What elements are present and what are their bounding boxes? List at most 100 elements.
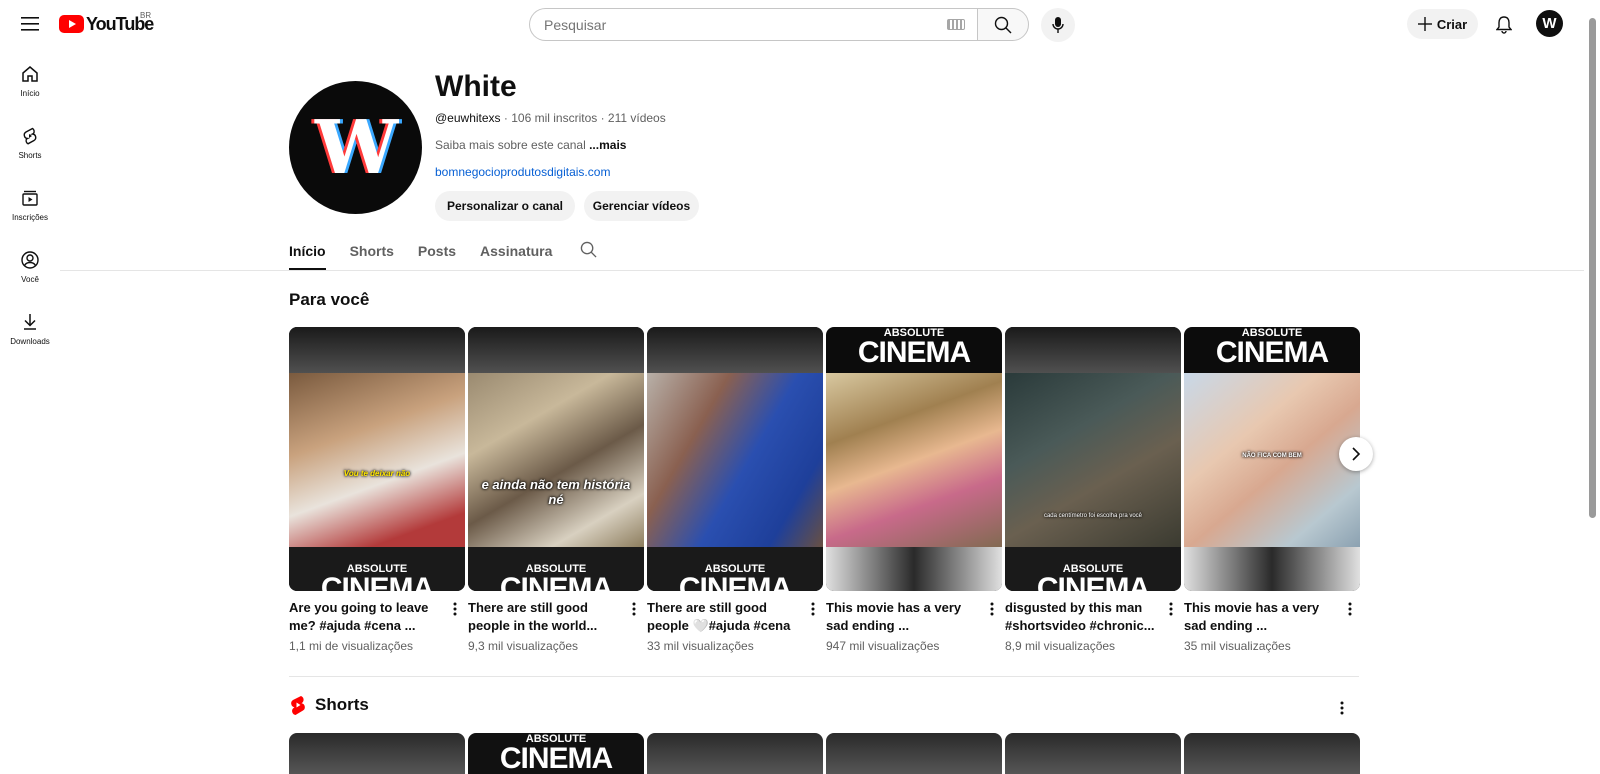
channel-description[interactable]: Saiba mais sobre este canal ...mais <box>435 138 626 152</box>
subscriptions-icon <box>22 190 38 206</box>
video-thumbnail[interactable]: cada centímetro foi escolha pra você ABS… <box>1005 327 1181 591</box>
microphone-icon <box>1052 17 1064 33</box>
video-card[interactable]: cada centímetro foi escolha pra você ABS… <box>1005 327 1181 653</box>
short-thumbnail[interactable] <box>826 733 1002 774</box>
video-thumbnail[interactable]: Vou te deixar não ABSOLUTE CINEMA <box>289 327 465 591</box>
section-divider <box>289 676 1359 677</box>
channel-description-text: Saiba mais sobre este canal <box>435 138 586 152</box>
create-button[interactable]: Criar <box>1407 9 1478 39</box>
manage-videos-button[interactable]: Gerenciar vídeos <box>584 191 699 221</box>
thumbnail-scene <box>647 373 823 549</box>
channel-external-link[interactable]: bomnegocioprodutosdigitais.com <box>435 165 610 179</box>
hamburger-menu-button[interactable] <box>14 8 46 40</box>
download-icon <box>24 314 36 330</box>
scrollbar-thumb[interactable] <box>1589 18 1596 518</box>
plus-icon <box>1417 17 1432 31</box>
youtube-channel-page: YouTube BR Criar W Início <box>0 0 1600 774</box>
keyboard-icon[interactable] <box>947 19 965 30</box>
thumbnail-brand: ABSOLUTE CINEMA <box>1036 563 1150 591</box>
sidebar-item-home[interactable]: Início <box>0 56 60 118</box>
sidebar-item-shorts[interactable]: Shorts <box>0 118 60 180</box>
video-title[interactable]: Are you going to leave me? #ajuda #cena … <box>289 599 439 635</box>
video-card[interactable]: Vou te deixar não ABSOLUTE CINEMA Are you… <box>289 327 465 653</box>
account-avatar[interactable]: W <box>1536 10 1563 37</box>
sidebar-item-downloads[interactable]: Downloads <box>0 304 60 366</box>
channel-search-button[interactable] <box>580 236 597 270</box>
thumbnail-top-band <box>289 327 465 373</box>
video-thumbnail[interactable]: ABSOLUTE CINEMA <box>647 327 823 591</box>
thumbnail-brand: ABSOLUTE CINEMA <box>499 733 613 774</box>
tab-membership[interactable]: Assinatura <box>480 236 552 270</box>
short-thumbnail[interactable] <box>1184 733 1360 774</box>
short-thumbnail[interactable]: ABSOLUTE CINEMA <box>468 733 644 774</box>
youtube-play-icon <box>59 15 84 33</box>
video-title[interactable]: This movie has a very sad ending ... <box>826 599 976 635</box>
channel-avatar-letter: W <box>314 104 398 191</box>
search-icon <box>994 16 1012 33</box>
for-you-shelf: Vou te deixar não ABSOLUTE CINEMA Are you… <box>289 327 1360 657</box>
channel-avatar[interactable]: W <box>289 81 422 214</box>
search-box <box>529 8 977 41</box>
thumbnail-brand: ABSOLUTE CINEMA <box>857 327 971 369</box>
thumbnail-brand: ABSOLUTE CINEMA <box>678 563 792 591</box>
short-thumbnail[interactable] <box>647 733 823 774</box>
search-button[interactable] <box>977 8 1029 41</box>
video-title[interactable]: disgusted by this man #shortsvideo #chro… <box>1005 599 1155 635</box>
video-views: 947 mil visualizações <box>826 639 940 653</box>
shorts-menu-button[interactable] <box>1334 697 1350 719</box>
video-card[interactable]: ABSOLUTE CINEMA There are still good peop… <box>647 327 823 653</box>
video-views: 33 mil visualizações <box>647 639 754 653</box>
thumbnail-brand: ABSOLUTE CINEMA <box>1215 327 1329 369</box>
youtube-logo[interactable]: YouTube BR <box>59 11 154 35</box>
thumbnail-bottom-band <box>1184 547 1360 591</box>
short-thumbnail[interactable] <box>289 733 465 774</box>
video-views: 8,9 mil visualizações <box>1005 639 1116 653</box>
shelf-next-button[interactable] <box>1339 437 1373 471</box>
channel-tabs: Início Shorts Posts Assinatura <box>289 236 597 270</box>
thumbnail-caption: e ainda não tem história né <box>481 477 631 507</box>
notifications-button[interactable] <box>1488 9 1520 41</box>
video-thumbnail[interactable]: ABSOLUTE CINEMA NÃO FICA COM BEM <box>1184 327 1360 591</box>
video-title[interactable]: There are still good people in the world… <box>468 599 618 635</box>
page-scrollbar[interactable] <box>1584 0 1600 774</box>
video-menu-button[interactable] <box>449 599 461 619</box>
video-title[interactable]: There are still good people 🤍#ajuda #cen… <box>647 599 797 635</box>
video-menu-button[interactable] <box>628 599 640 619</box>
thumbnail-caption: NÃO FICA COM BEM <box>1242 453 1302 459</box>
video-card[interactable]: e ainda não tem história né ABSOLUTE CINE… <box>468 327 644 653</box>
video-menu-button[interactable] <box>1165 599 1177 619</box>
video-title[interactable]: This movie has a very sad ending ... <box>1184 599 1334 635</box>
more-vertical-icon <box>1348 602 1352 616</box>
shorts-logo-icon <box>291 696 305 715</box>
chevron-right-icon <box>1352 447 1361 461</box>
more-link[interactable]: ...mais <box>589 138 626 152</box>
more-vertical-icon <box>632 602 636 616</box>
tab-posts[interactable]: Posts <box>418 236 456 270</box>
short-thumbnail[interactable] <box>1005 733 1181 774</box>
more-vertical-icon <box>1169 602 1173 616</box>
video-menu-button[interactable] <box>986 599 998 619</box>
video-card[interactable]: ABSOLUTE CINEMA NÃO FICA COM BEM This mov… <box>1184 327 1360 653</box>
video-thumbnail[interactable]: e ainda não tem história né ABSOLUTE CINE… <box>468 327 644 591</box>
create-label: Criar <box>1436 16 1468 32</box>
video-menu-button[interactable] <box>1344 599 1356 619</box>
channel-stats: · 106 mil inscritos · 211 vídeos <box>503 111 666 125</box>
thumbnail-top-band <box>468 327 644 373</box>
shorts-section-header: Shorts <box>289 695 369 715</box>
video-views: 1,1 mi de visualizações <box>289 639 414 653</box>
tab-shorts[interactable]: Shorts <box>350 236 394 270</box>
thumbnail-scene <box>826 373 1002 549</box>
tab-home[interactable]: Início <box>289 236 326 270</box>
customize-channel-button[interactable]: Personalizar o canal <box>435 191 575 221</box>
video-thumbnail[interactable]: ABSOLUTE CINEMA <box>826 327 1002 591</box>
home-icon <box>22 66 38 82</box>
search-icon <box>581 241 597 258</box>
shorts-section-title: Shorts <box>315 695 369 714</box>
video-card[interactable]: ABSOLUTE CINEMA This movie has a very sad… <box>826 327 1002 653</box>
video-menu-button[interactable] <box>807 599 819 619</box>
more-vertical-icon <box>453 602 457 616</box>
search-input[interactable] <box>544 16 947 33</box>
voice-search-button[interactable] <box>1041 8 1075 42</box>
sidebar-item-subscriptions[interactable]: Inscrições <box>0 180 60 242</box>
sidebar-item-you[interactable]: Você <box>0 242 60 304</box>
